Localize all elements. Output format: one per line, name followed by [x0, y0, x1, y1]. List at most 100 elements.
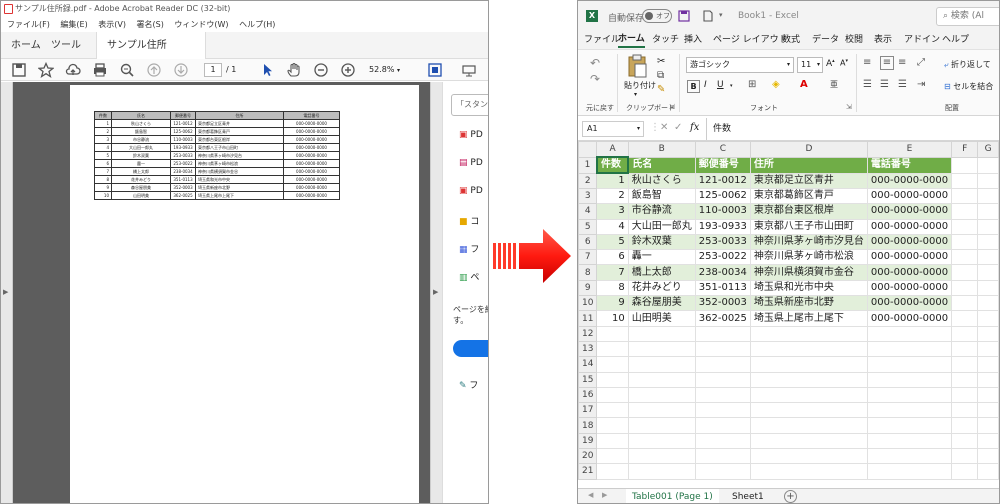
- menu-view[interactable]: 表示(V): [98, 20, 126, 29]
- ribbon-tab-formulas[interactable]: 数式: [782, 32, 800, 49]
- ribbon-tab-insert[interactable]: 挿入: [684, 32, 702, 49]
- cell[interactable]: [951, 233, 979, 251]
- bold-button[interactable]: B: [687, 80, 700, 93]
- fill-color-icon[interactable]: ◈: [772, 79, 780, 90]
- tab-document[interactable]: サンプル住所録.pdf ×: [96, 32, 206, 78]
- cell[interactable]: [977, 279, 999, 297]
- expand-left-icon[interactable]: ▶: [3, 288, 8, 296]
- cancel-icon[interactable]: ✕: [660, 122, 668, 133]
- cell[interactable]: [951, 386, 979, 404]
- cell[interactable]: [627, 448, 696, 465]
- cell[interactable]: [951, 279, 979, 297]
- cell[interactable]: 000-0000-0000: [866, 187, 953, 205]
- cell[interactable]: 橋上太郎: [627, 264, 696, 281]
- name-box[interactable]: A1 ▾: [582, 121, 644, 137]
- cell[interactable]: 飯島智: [627, 187, 696, 205]
- left-panel-collapse[interactable]: ▶: [1, 82, 13, 503]
- wrap-text-button[interactable]: ⤶ 折り返して: [944, 59, 991, 70]
- cell[interactable]: [951, 417, 979, 434]
- phonetic-icon[interactable]: 亜: [830, 79, 838, 90]
- cell[interactable]: [866, 402, 953, 419]
- cell[interactable]: [694, 386, 751, 404]
- menu-edit[interactable]: 編集(E): [60, 20, 87, 29]
- cell[interactable]: [627, 417, 696, 434]
- cell[interactable]: 埼玉県和光市中央: [749, 279, 868, 297]
- cell[interactable]: [749, 386, 868, 404]
- cell[interactable]: 電話番号: [866, 156, 953, 174]
- cell[interactable]: [694, 417, 751, 434]
- cell[interactable]: [694, 340, 751, 358]
- cell[interactable]: [951, 463, 979, 480]
- row-header[interactable]: 3: [578, 187, 598, 205]
- column-header-d[interactable]: D: [749, 141, 868, 158]
- cell[interactable]: [951, 325, 979, 342]
- expand-right-icon[interactable]: ▶: [433, 288, 438, 296]
- tools-search-input[interactable]: 「スタンプ」: [451, 94, 488, 116]
- column-header-c[interactable]: C: [694, 141, 751, 158]
- cell[interactable]: [977, 371, 999, 388]
- cell[interactable]: 住所: [749, 156, 868, 174]
- row-header[interactable]: 20: [578, 448, 598, 465]
- copy-icon[interactable]: ⧉: [657, 70, 664, 81]
- sheet-tab-sheet1[interactable]: Sheet1: [726, 489, 770, 503]
- font-name-select[interactable]: 游ゴシック ▾: [686, 57, 794, 73]
- ribbon-tab-view[interactable]: 表示: [874, 32, 892, 49]
- row-header[interactable]: 5: [578, 218, 598, 235]
- font-size-select[interactable]: 11 ▾: [797, 57, 823, 73]
- cell[interactable]: 125-0062: [694, 187, 751, 205]
- row-header[interactable]: 18: [578, 417, 598, 434]
- zoom-search-icon[interactable]: [119, 62, 135, 78]
- cell[interactable]: [977, 233, 999, 251]
- star-icon[interactable]: [38, 62, 54, 78]
- cell[interactable]: [596, 356, 629, 373]
- cell[interactable]: [694, 402, 751, 419]
- cell[interactable]: [627, 463, 696, 480]
- row-header[interactable]: 15: [578, 371, 598, 388]
- cell[interactable]: [694, 356, 751, 373]
- cell[interactable]: [951, 371, 979, 388]
- underline-dropdown-icon[interactable]: ▾: [730, 83, 733, 89]
- cell[interactable]: [694, 448, 751, 465]
- cell[interactable]: 1: [596, 172, 629, 189]
- cell[interactable]: [951, 448, 979, 465]
- format-painter-icon[interactable]: ✎: [657, 84, 665, 95]
- cell[interactable]: 神奈川県横須賀市金谷: [749, 264, 868, 281]
- formula-input[interactable]: 件数: [706, 118, 999, 140]
- cell[interactable]: [694, 371, 751, 388]
- select-cursor-icon[interactable]: [259, 62, 275, 78]
- cell[interactable]: 郵便番号: [694, 156, 751, 174]
- prev-sheet-icon[interactable]: ◀: [588, 491, 593, 499]
- font-color-icon[interactable]: A: [800, 79, 808, 90]
- cell[interactable]: [866, 325, 953, 342]
- tool-item-fill-sign[interactable]: ✎ フ: [459, 378, 478, 391]
- save-icon[interactable]: [678, 10, 690, 22]
- row-header[interactable]: 13: [578, 340, 598, 358]
- cell[interactable]: [866, 448, 953, 465]
- row-header[interactable]: 14: [578, 356, 598, 373]
- row-header[interactable]: 4: [578, 203, 598, 220]
- hand-tool-icon[interactable]: [286, 62, 302, 78]
- cell[interactable]: [694, 325, 751, 342]
- cell[interactable]: [951, 432, 979, 450]
- italic-button[interactable]: I: [704, 80, 707, 90]
- cell[interactable]: [866, 463, 953, 480]
- cell[interactable]: [977, 249, 999, 266]
- cell[interactable]: [596, 417, 629, 434]
- cell[interactable]: [866, 417, 953, 434]
- cell[interactable]: [749, 402, 868, 419]
- menu-window[interactable]: ウィンドウ(W): [174, 20, 228, 29]
- cell[interactable]: 238-0034: [694, 264, 751, 281]
- page-up-icon[interactable]: [146, 62, 162, 78]
- cell[interactable]: [951, 218, 979, 235]
- cell[interactable]: [977, 172, 999, 189]
- cell[interactable]: [596, 448, 629, 465]
- cell[interactable]: 神奈川県茅ヶ崎市松浪: [749, 249, 868, 266]
- cell[interactable]: 7: [596, 264, 629, 281]
- cell[interactable]: 253-0033: [694, 233, 751, 251]
- cell[interactable]: 10: [596, 310, 629, 327]
- cell[interactable]: 花井みどり: [627, 279, 696, 297]
- print-icon[interactable]: [92, 62, 108, 78]
- cell[interactable]: 東京都八王子市山田町: [749, 218, 868, 235]
- cell[interactable]: 000-0000-0000: [866, 295, 953, 312]
- cell[interactable]: [977, 417, 999, 434]
